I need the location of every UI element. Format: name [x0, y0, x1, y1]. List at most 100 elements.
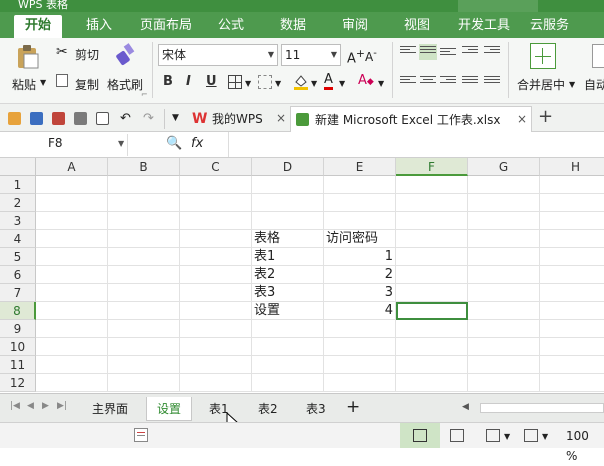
- italic-button[interactable]: I: [186, 74, 191, 89]
- cell-d1[interactable]: [252, 176, 324, 194]
- cell-d10[interactable]: [252, 338, 324, 356]
- row-header-12[interactable]: 12: [0, 374, 36, 392]
- cell-f7[interactable]: [396, 284, 468, 302]
- cell-b10[interactable]: [108, 338, 180, 356]
- print-preview-icon[interactable]: [96, 112, 109, 125]
- row-header-6[interactable]: 6: [0, 266, 36, 284]
- bold-button[interactable]: B: [163, 74, 173, 89]
- cell-g5[interactable]: [468, 248, 540, 266]
- tab-developer[interactable]: 开发工具: [458, 17, 510, 38]
- cell-e1[interactable]: [324, 176, 396, 194]
- redo-icon[interactable]: ↷: [143, 111, 154, 126]
- cell-a4[interactable]: [36, 230, 108, 248]
- underline-button[interactable]: U: [206, 74, 217, 89]
- tab-page-layout[interactable]: 页面布局: [140, 17, 192, 38]
- cell-g7[interactable]: [468, 284, 540, 302]
- cell-f10[interactable]: [396, 338, 468, 356]
- scroll-left-icon[interactable]: ◀: [462, 402, 469, 412]
- row-header-11[interactable]: 11: [0, 356, 36, 374]
- cell-d3[interactable]: [252, 212, 324, 230]
- format-painter-icon[interactable]: [114, 42, 138, 68]
- cell-style-dropdown-icon[interactable]: ▼: [275, 79, 281, 88]
- indent-decrease-icon[interactable]: [462, 46, 478, 58]
- name-box[interactable]: F8 ▼: [0, 134, 128, 156]
- cell-f2[interactable]: [396, 194, 468, 212]
- distribute-icon[interactable]: [484, 76, 500, 88]
- tab-my-wps[interactable]: 我的WPS: [212, 106, 263, 132]
- row-header-7[interactable]: 7: [0, 284, 36, 302]
- cell-g8[interactable]: [468, 302, 540, 320]
- column-header-a[interactable]: A: [36, 158, 108, 176]
- border-dropdown-icon[interactable]: ▼: [245, 79, 251, 88]
- tab-insert[interactable]: 插入: [86, 17, 112, 38]
- cell-d5[interactable]: 表1: [252, 248, 324, 266]
- row-header-1[interactable]: 1: [0, 176, 36, 194]
- cell-b6[interactable]: [108, 266, 180, 284]
- sheet-tab-settings[interactable]: 设置: [146, 397, 193, 421]
- cell-c1[interactable]: [180, 176, 252, 194]
- cell-b5[interactable]: [108, 248, 180, 266]
- last-sheet-icon[interactable]: ▶|: [57, 401, 67, 411]
- row-header-4[interactable]: 4: [0, 230, 36, 248]
- align-right-icon[interactable]: [440, 76, 456, 88]
- cell-a9[interactable]: [36, 320, 108, 338]
- cell-f4[interactable]: [396, 230, 468, 248]
- justify-icon[interactable]: [462, 76, 478, 88]
- align-left-icon[interactable]: [400, 76, 416, 88]
- zoom-search-icon[interactable]: 🔍: [166, 136, 182, 151]
- export-pdf-icon[interactable]: [52, 112, 65, 125]
- save-icon[interactable]: [30, 112, 43, 125]
- cell-h7[interactable]: [540, 284, 604, 302]
- cell-g4[interactable]: [468, 230, 540, 248]
- cell-f6[interactable]: [396, 266, 468, 284]
- column-header-c[interactable]: C: [180, 158, 252, 176]
- cell-c8[interactable]: [180, 302, 252, 320]
- font-name-select[interactable]: 宋体 ▼: [158, 44, 278, 66]
- cell-f11[interactable]: [396, 356, 468, 374]
- cell-h12[interactable]: [540, 374, 604, 392]
- cell-a2[interactable]: [36, 194, 108, 212]
- row-header-8[interactable]: 8: [0, 302, 36, 320]
- more-dropdown-icon[interactable]: ▼: [172, 113, 179, 123]
- cell-g6[interactable]: [468, 266, 540, 284]
- zoom-level[interactable]: 100 %: [566, 426, 604, 463]
- merge-center-button[interactable]: 合并居中: [517, 76, 565, 93]
- cell-f8[interactable]: [396, 302, 468, 320]
- row-header-5[interactable]: 5: [0, 248, 36, 266]
- sheet-tab-main[interactable]: 主界面: [82, 397, 138, 421]
- row-header-9[interactable]: 9: [0, 320, 36, 338]
- tab-cloud[interactable]: 云服务: [530, 17, 569, 38]
- cell-g2[interactable]: [468, 194, 540, 212]
- cell-h9[interactable]: [540, 320, 604, 338]
- first-sheet-icon[interactable]: |◀: [10, 401, 20, 411]
- wrap-text-icon[interactable]: [592, 44, 604, 68]
- cell-b11[interactable]: [108, 356, 180, 374]
- paste-button[interactable]: 粘贴: [12, 76, 36, 93]
- macro-record-icon[interactable]: [134, 428, 148, 442]
- add-sheet-button[interactable]: +: [346, 397, 360, 417]
- cell-a3[interactable]: [36, 212, 108, 230]
- cell-e11[interactable]: [324, 356, 396, 374]
- cell-g10[interactable]: [468, 338, 540, 356]
- paste-icon[interactable]: [14, 44, 42, 70]
- cell-e6[interactable]: 2: [324, 266, 396, 284]
- cell-g1[interactable]: [468, 176, 540, 194]
- cell-e10[interactable]: [324, 338, 396, 356]
- cell-h10[interactable]: [540, 338, 604, 356]
- column-header-b[interactable]: B: [108, 158, 180, 176]
- cell-c12[interactable]: [180, 374, 252, 392]
- cell-g3[interactable]: [468, 212, 540, 230]
- cell-b2[interactable]: [108, 194, 180, 212]
- print-icon[interactable]: [74, 112, 87, 125]
- sheet-tab-3[interactable]: 表3: [296, 397, 336, 421]
- fill-color-dropdown-icon[interactable]: ▼: [311, 79, 317, 88]
- cell-e8[interactable]: 4: [324, 302, 396, 320]
- cell-h6[interactable]: [540, 266, 604, 284]
- font-shrink-icon[interactable]: A-: [365, 48, 377, 64]
- insert-function-button[interactable]: fx: [191, 136, 203, 151]
- cell-b3[interactable]: [108, 212, 180, 230]
- format-painter-button[interactable]: 格式刷: [107, 76, 143, 93]
- cell-c6[interactable]: [180, 266, 252, 284]
- cell-c11[interactable]: [180, 356, 252, 374]
- row-header-3[interactable]: 3: [0, 212, 36, 230]
